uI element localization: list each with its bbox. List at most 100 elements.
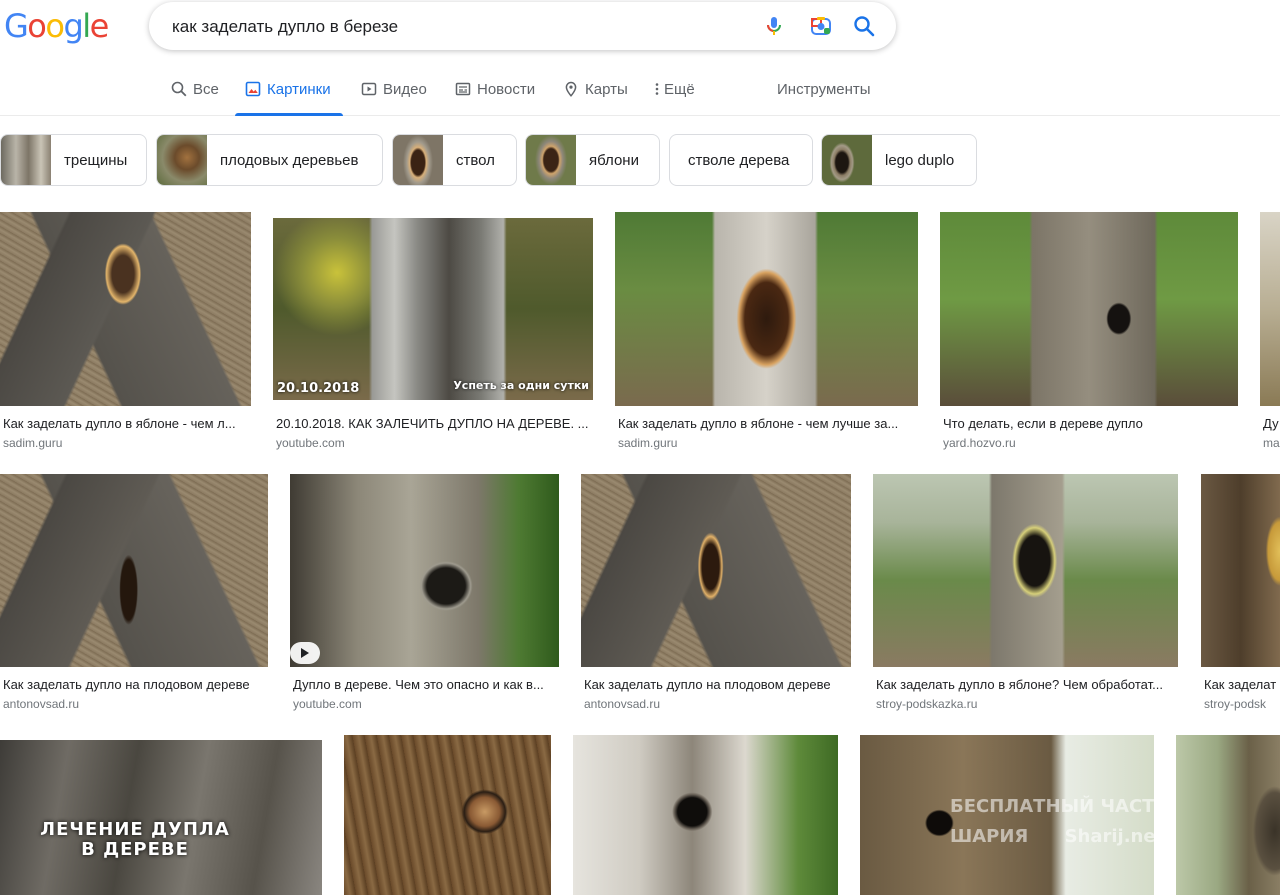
chip-cracks[interactable]: трещины xyxy=(0,134,147,186)
search-box[interactable]: как заделать дупло в березе xyxy=(149,2,896,50)
result-title: Как заделать дупло в яблоне - чем лучше … xyxy=(618,416,899,431)
tab-maps[interactable]: Карты xyxy=(563,72,628,116)
logo-letter: o xyxy=(27,7,47,45)
result-thumbnail xyxy=(940,212,1238,406)
logo-letter: l xyxy=(82,7,91,45)
tab-more[interactable]: Ещё xyxy=(654,72,695,116)
chip-thumbnail xyxy=(822,135,872,185)
result-source: yard.hozvo.ru xyxy=(943,436,1016,450)
search-input[interactable]: как заделать дупло в березе xyxy=(172,17,398,37)
result-source: youtube.com xyxy=(293,697,362,711)
image-result[interactable]: Как заделать дупло на плодовом дереве an… xyxy=(581,474,851,719)
result-thumbnail xyxy=(1201,474,1280,667)
result-source: stroy-podskazka.ru xyxy=(876,697,978,711)
result-thumbnail xyxy=(1260,212,1280,406)
image-icon xyxy=(245,81,261,97)
chip-thumbnail xyxy=(1,135,51,185)
chip-tree-trunk[interactable]: стволе дерева xyxy=(669,134,813,186)
chip-label: яблони xyxy=(589,151,639,169)
chip-label: ствол xyxy=(456,151,495,169)
image-result[interactable]: Как заделать дупло в яблоне - чем л... s… xyxy=(0,212,251,457)
image-result[interactable]: Что делать, если в дереве дупло yard.hoz… xyxy=(940,212,1238,457)
chip-label: lego duplo xyxy=(885,151,955,169)
logo-letter: g xyxy=(63,7,83,45)
chip-thumbnail xyxy=(157,135,207,185)
chip-trunk[interactable]: ствол xyxy=(392,134,517,186)
result-source: youtube.com xyxy=(276,436,345,450)
tab-label: Инструменты xyxy=(777,81,871,98)
chip-label: стволе дерева xyxy=(688,151,790,169)
result-source: sadim.guru xyxy=(3,436,63,450)
tab-all[interactable]: Все xyxy=(171,72,219,116)
logo-letter: G xyxy=(4,7,29,45)
google-logo[interactable]: Google xyxy=(4,6,110,46)
video-text-overlay: Успеть за одни сутки xyxy=(453,379,589,392)
tab-label: Все xyxy=(193,81,219,98)
chip-apple-trees[interactable]: яблони xyxy=(525,134,660,186)
result-thumbnail: 20.10.2018 Успеть за одни сутки xyxy=(273,218,593,400)
tab-news[interactable]: Новости xyxy=(455,72,535,116)
result-thumbnail xyxy=(0,212,251,406)
result-title: Что делать, если в дереве дупло xyxy=(943,416,1143,431)
image-result[interactable]: Как заделать дупло в яблоне? Чем обработ… xyxy=(873,474,1178,719)
result-thumbnail xyxy=(1176,735,1280,895)
image-result[interactable] xyxy=(344,735,551,895)
image-result[interactable]: Ду ma xyxy=(1260,212,1280,457)
microphone-icon[interactable] xyxy=(762,14,786,38)
image-result[interactable]: 20.10.2018 Успеть за одни сутки 20.10.20… xyxy=(273,218,593,457)
play-icon xyxy=(361,82,377,96)
result-source: stroy-podsk xyxy=(1204,697,1267,711)
video-play-badge xyxy=(290,642,320,664)
logo-letter: o xyxy=(45,7,65,45)
result-thumbnail: БЕСПЛАТНЫЙ ЧАСТНЫЙ ШАРИЯ Sharij.net xyxy=(860,735,1154,895)
chip-label: трещины xyxy=(64,151,128,169)
image-result[interactable]: Дупло в дереве. Чем это опасно и как в..… xyxy=(290,474,559,719)
result-title: Как заделать дупло в яблоне? Чем обработ… xyxy=(876,677,1163,692)
logo-letter: e xyxy=(89,7,110,45)
chip-thumbnail xyxy=(393,135,443,185)
chip-fruit-trees[interactable]: плодовых деревьев xyxy=(156,134,383,186)
tab-label: Карты xyxy=(585,81,628,98)
watermark-line: Sharij.net xyxy=(1064,826,1154,847)
result-title: Как заделать дупло на плодовом дереве xyxy=(3,677,250,692)
image-result[interactable] xyxy=(573,735,838,895)
tools-button[interactable]: Инструменты xyxy=(777,72,871,116)
tab-images[interactable]: Картинки xyxy=(235,72,343,116)
result-thumbnail xyxy=(573,735,838,895)
tab-label: Новости xyxy=(477,81,536,98)
tab-videos[interactable]: Видео xyxy=(361,72,427,116)
result-source: sadim.guru xyxy=(618,436,678,450)
result-title: 20.10.2018. КАК ЗАЛЕЧИТЬ ДУПЛО НА ДЕРЕВЕ… xyxy=(276,416,589,431)
result-thumbnail xyxy=(615,212,918,406)
result-source: ma xyxy=(1263,436,1280,450)
image-result[interactable]: Как заделать дупло в яблоне - чем лучше … xyxy=(615,212,918,457)
image-result[interactable]: Как заделат stroy-podsk xyxy=(1201,474,1280,719)
image-result[interactable]: БЕСПЛАТНЫЙ ЧАСТНЫЙ ШАРИЯ Sharij.net xyxy=(860,735,1154,895)
result-source: antonovsad.ru xyxy=(3,697,80,711)
result-thumbnail xyxy=(290,474,559,667)
camera-lens-icon[interactable] xyxy=(809,14,833,38)
image-result[interactable]: ЛЕЧЕНИЕ ДУПЛА В ДЕРЕВЕ xyxy=(0,740,322,895)
tab-label: Ещё xyxy=(664,81,695,98)
image-result[interactable]: Как заделать дупло на плодовом дереве an… xyxy=(0,474,268,719)
chip-lego-duplo[interactable]: lego duplo xyxy=(821,134,977,186)
search-icon xyxy=(171,81,187,97)
image-result[interactable] xyxy=(1176,735,1280,895)
search-icon[interactable] xyxy=(852,14,876,38)
watermark-line: БЕСПЛАТНЫЙ ЧАСТНЫЙ xyxy=(950,796,1154,817)
result-thumbnail xyxy=(873,474,1178,667)
video-date-overlay: 20.10.2018 xyxy=(277,381,360,396)
result-thumbnail xyxy=(581,474,851,667)
result-thumbnail xyxy=(344,735,551,895)
result-title: Как заделат xyxy=(1204,677,1277,692)
map-pin-icon xyxy=(565,81,577,97)
result-source: antonovsad.ru xyxy=(584,697,661,711)
result-title: Ду xyxy=(1263,416,1279,431)
result-title: Дупло в дереве. Чем это опасно и как в..… xyxy=(293,677,544,692)
newspaper-icon xyxy=(455,82,471,96)
result-title: Как заделать дупло на плодовом дереве xyxy=(584,677,831,692)
search-tabs: Все Картинки Видео Новости Карты Ещё Инс… xyxy=(0,72,1280,116)
result-title: Как заделать дупло в яблоне - чем л... xyxy=(3,416,236,431)
watermark-line: ШАРИЯ xyxy=(950,826,1029,847)
result-thumbnail: ЛЕЧЕНИЕ ДУПЛА В ДЕРЕВЕ xyxy=(0,740,322,895)
